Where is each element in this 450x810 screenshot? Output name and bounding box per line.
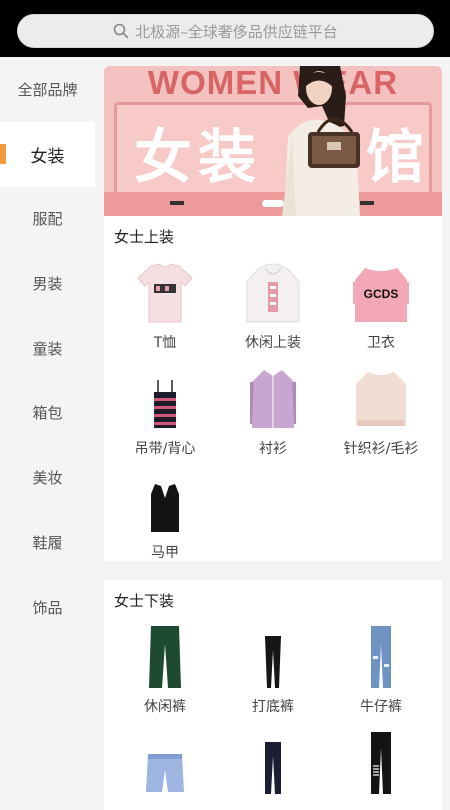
search-icon: [113, 23, 129, 39]
camisole-icon: [154, 380, 176, 428]
category-label: 休闲上装: [245, 335, 301, 351]
active-indicator: [0, 144, 6, 164]
sidebar-item-mens[interactable]: 男装: [0, 251, 95, 316]
vest-icon: [151, 484, 179, 532]
category-label: 休闲裤: [144, 699, 186, 715]
shirt-icon: [250, 370, 296, 428]
sweatshirt-icon: GCDS: [353, 268, 409, 322]
section-womens-bottoms: 女士下装 休闲裤 打底裤 牛仔裤: [104, 580, 442, 810]
category-sidebar: 全部品牌 女装 服配 男装 童装 箱包 美妆 鞋履 饰品: [0, 57, 95, 800]
category-shirt[interactable]: 衬衫: [218, 364, 328, 458]
banner-title-zh-suffix: 馆: [366, 123, 425, 191]
banner-title-zh: 女装: [134, 123, 263, 191]
category-leggings[interactable]: 打底裤: [218, 622, 328, 716]
sidebar-item-label: 女装: [30, 147, 65, 167]
womenswear-banner[interactable]: WOMEN WEAR 女装 馆: [104, 66, 442, 216]
sidebar-item-beauty[interactable]: 美妆: [0, 445, 95, 510]
category-label: 吊带/背心: [134, 441, 196, 457]
trousers-icon: [265, 742, 281, 794]
casual-pants-icon: [149, 626, 181, 688]
category-label: 牛仔裤: [360, 699, 402, 715]
sidebar-item-bags[interactable]: 箱包: [0, 380, 95, 445]
sidebar-item-label: 童装: [32, 340, 63, 358]
sidebar-item-kids[interactable]: 童装: [0, 316, 95, 381]
category-label: 卫衣: [367, 335, 395, 351]
sidebar-item-label: 饰品: [32, 599, 63, 617]
tshirt-icon: [137, 263, 193, 323]
sidebar-item-shoes[interactable]: 鞋履: [0, 510, 95, 575]
category-label: 针织衫/毛衫: [343, 441, 419, 457]
knit-sweater-icon: [356, 372, 406, 426]
sidebar-item-jewelry[interactable]: 饰品: [0, 575, 95, 640]
hoodie-icon: [246, 263, 300, 323]
category-camisole[interactable]: 吊带/背心: [110, 364, 220, 458]
category-jeans[interactable]: 牛仔裤: [326, 622, 436, 716]
category-trousers[interactable]: [218, 728, 328, 802]
sidebar-item-label: 男装: [32, 275, 63, 293]
search-placeholder: 北极源–全球奢侈品供应链平台: [135, 22, 338, 41]
search-bar[interactable]: 北极源–全球奢侈品供应链平台: [17, 14, 434, 48]
section-title: 女士下装: [114, 592, 175, 610]
sidebar-item-label: 箱包: [32, 404, 63, 422]
sidebar-item-all-brands[interactable]: 全部品牌: [0, 57, 95, 122]
shorts-icon: [146, 754, 184, 792]
category-track-pants[interactable]: [326, 728, 436, 802]
sidebar-item-label: 鞋履: [32, 534, 63, 552]
model-with-handbag-image: [282, 66, 360, 216]
category-label: 马甲: [151, 545, 179, 561]
track-pants-icon: [371, 732, 391, 794]
sidebar-item-accessories[interactable]: 服配: [0, 186, 95, 251]
banner-dash: [170, 201, 184, 205]
leggings-icon: [265, 636, 281, 688]
top-bar: 北极源–全球奢侈品供应链平台: [0, 0, 450, 57]
sidebar-item-label: 美妆: [32, 469, 63, 487]
category-shorts[interactable]: [110, 728, 220, 802]
section-womens-tops: 女士上装 T恤 休闲上装 GCDS 卫衣 吊带/背心 衬衫 针织衫/毛衫 马甲: [104, 216, 442, 561]
sidebar-item-label: 服配: [32, 210, 63, 228]
category-casual-pants[interactable]: 休闲裤: [110, 622, 220, 716]
sidebar-item-label: 全部品牌: [17, 81, 78, 99]
category-sweatshirt[interactable]: GCDS 卫衣: [326, 258, 436, 352]
category-label: 打底裤: [252, 699, 294, 715]
category-casual-tops[interactable]: 休闲上装: [218, 258, 328, 352]
jeans-icon: [371, 626, 391, 688]
sidebar-item-womens[interactable]: 女装: [0, 122, 95, 187]
category-label: T恤: [153, 335, 177, 351]
category-vest[interactable]: 马甲: [110, 468, 220, 562]
category-tshirt[interactable]: T恤: [110, 258, 220, 352]
gcds-print: GCDS: [364, 287, 399, 301]
category-label: 衬衫: [259, 441, 287, 457]
category-knitwear[interactable]: 针织衫/毛衫: [326, 364, 436, 458]
section-title: 女士上装: [114, 228, 175, 246]
